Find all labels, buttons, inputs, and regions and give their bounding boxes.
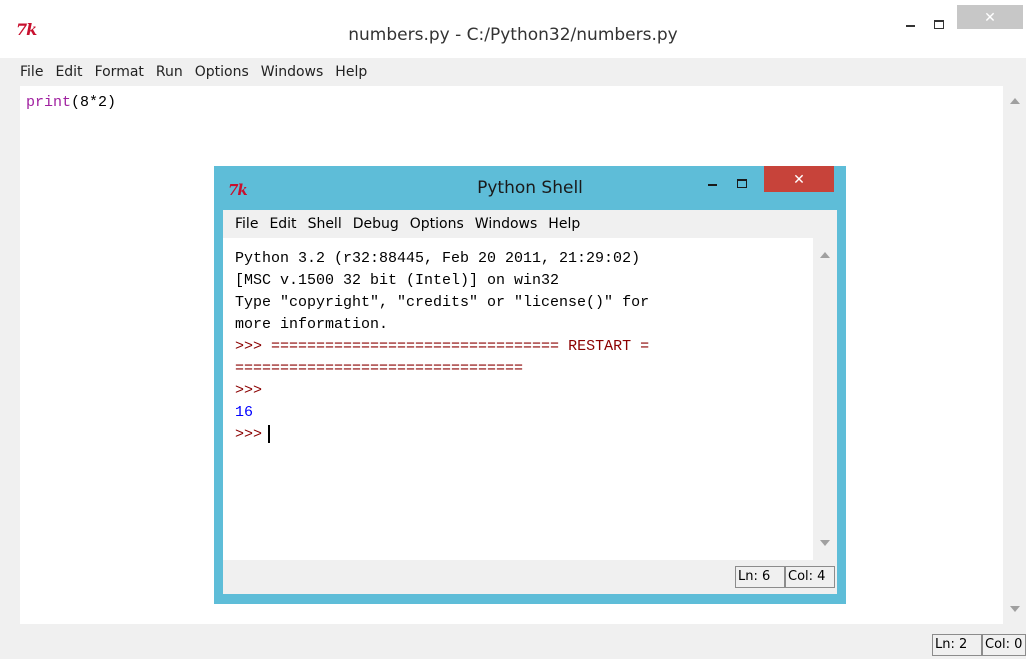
editor-vertical-scrollbar[interactable] (1003, 86, 1026, 624)
menu-run[interactable]: Run (156, 64, 183, 80)
shell-line: [MSC v.1500 32 bit (Intel)] on win32 (235, 272, 560, 289)
shell-maximize-button[interactable] (730, 172, 754, 194)
menu-windows[interactable]: Windows (261, 64, 324, 80)
scroll-down-arrow-icon[interactable] (1009, 606, 1020, 612)
shell-menu-shell[interactable]: Shell (308, 216, 342, 232)
shell-output: 16 (235, 404, 254, 421)
shell-line: more information. (235, 316, 389, 333)
shell-prompt: >>> (235, 338, 272, 355)
shell-menu-options[interactable]: Options (410, 216, 464, 232)
shell-menu-debug[interactable]: Debug (353, 216, 399, 232)
shell-close-button[interactable]: ✕ (764, 166, 834, 192)
editor-window-title: numbers.py - C:/Python32/numbers.py (348, 25, 678, 45)
shell-menu-help[interactable]: Help (548, 216, 580, 232)
close-icon: ✕ (793, 170, 805, 187)
code-expression: (8*2) (71, 94, 117, 111)
shell-output-area[interactable]: Python 3.2 (r32:88445, Feb 20 2011, 21:2… (223, 238, 813, 560)
shell-menu-edit[interactable]: Edit (269, 216, 296, 232)
code-keyword: print (26, 94, 72, 111)
restart-banner: ================================ RESTART… (271, 338, 650, 355)
scroll-down-arrow-icon[interactable] (820, 540, 830, 546)
shell-menu-file[interactable]: File (235, 216, 258, 232)
editor-menubar: File Edit Format Run Options Windows Hel… (0, 58, 1026, 86)
shell-statusbar: Ln: 6 Col: 4 (223, 560, 837, 594)
shell-vertical-scrollbar[interactable] (813, 238, 837, 560)
menu-file[interactable]: File (20, 64, 43, 80)
menu-help[interactable]: Help (335, 64, 367, 80)
scroll-up-arrow-icon[interactable] (1009, 98, 1020, 104)
editor-titlebar[interactable]: 7k numbers.py - C:/Python32/numbers.py ✕ (0, 0, 1026, 58)
code-line: print(8*2) (26, 94, 116, 111)
line-indicator: Ln: 2 (932, 634, 982, 656)
minimize-icon (905, 25, 915, 27)
shell-line-indicator: Ln: 6 (735, 566, 785, 588)
shell-menubar: File Edit Shell Debug Options Windows He… (223, 210, 837, 238)
shell-titlebar[interactable]: 7k Python Shell ✕ (214, 166, 846, 210)
shell-line: Python 3.2 (r32:88445, Feb 20 2011, 21:2… (235, 250, 641, 267)
text-cursor (268, 425, 271, 444)
scroll-up-arrow-icon[interactable] (820, 252, 830, 258)
shell-input-line[interactable]: >>> (235, 424, 813, 446)
column-indicator: Col: 0 (982, 634, 1026, 656)
shell-line: Type "copyright", "credits" or "license(… (235, 294, 650, 311)
maximize-button[interactable] (926, 12, 952, 36)
menu-edit[interactable]: Edit (55, 64, 82, 80)
close-button[interactable]: ✕ (957, 5, 1023, 29)
menu-options[interactable]: Options (195, 64, 249, 80)
shell-prompt: >>> (235, 426, 263, 443)
menu-format[interactable]: Format (95, 64, 144, 80)
minimize-button[interactable] (897, 12, 923, 36)
minimize-icon (707, 184, 717, 186)
shell-menu-windows[interactable]: Windows (475, 216, 538, 232)
shell-line: >>> ================================ RES… (235, 336, 813, 358)
editor-statusbar: Ln: 2 Col: 0 (0, 628, 1026, 659)
shell-minimize-button[interactable] (700, 172, 724, 194)
close-icon: ✕ (984, 8, 996, 25)
shell-prompt: >>> (235, 382, 263, 399)
maximize-icon (934, 19, 944, 29)
shell-column-indicator: Col: 4 (785, 566, 835, 588)
python-shell-window: 7k Python Shell ✕ File Edit Shell Debug … (214, 166, 846, 604)
restart-banner-continued: ================================ (235, 360, 524, 377)
maximize-icon (737, 178, 747, 188)
